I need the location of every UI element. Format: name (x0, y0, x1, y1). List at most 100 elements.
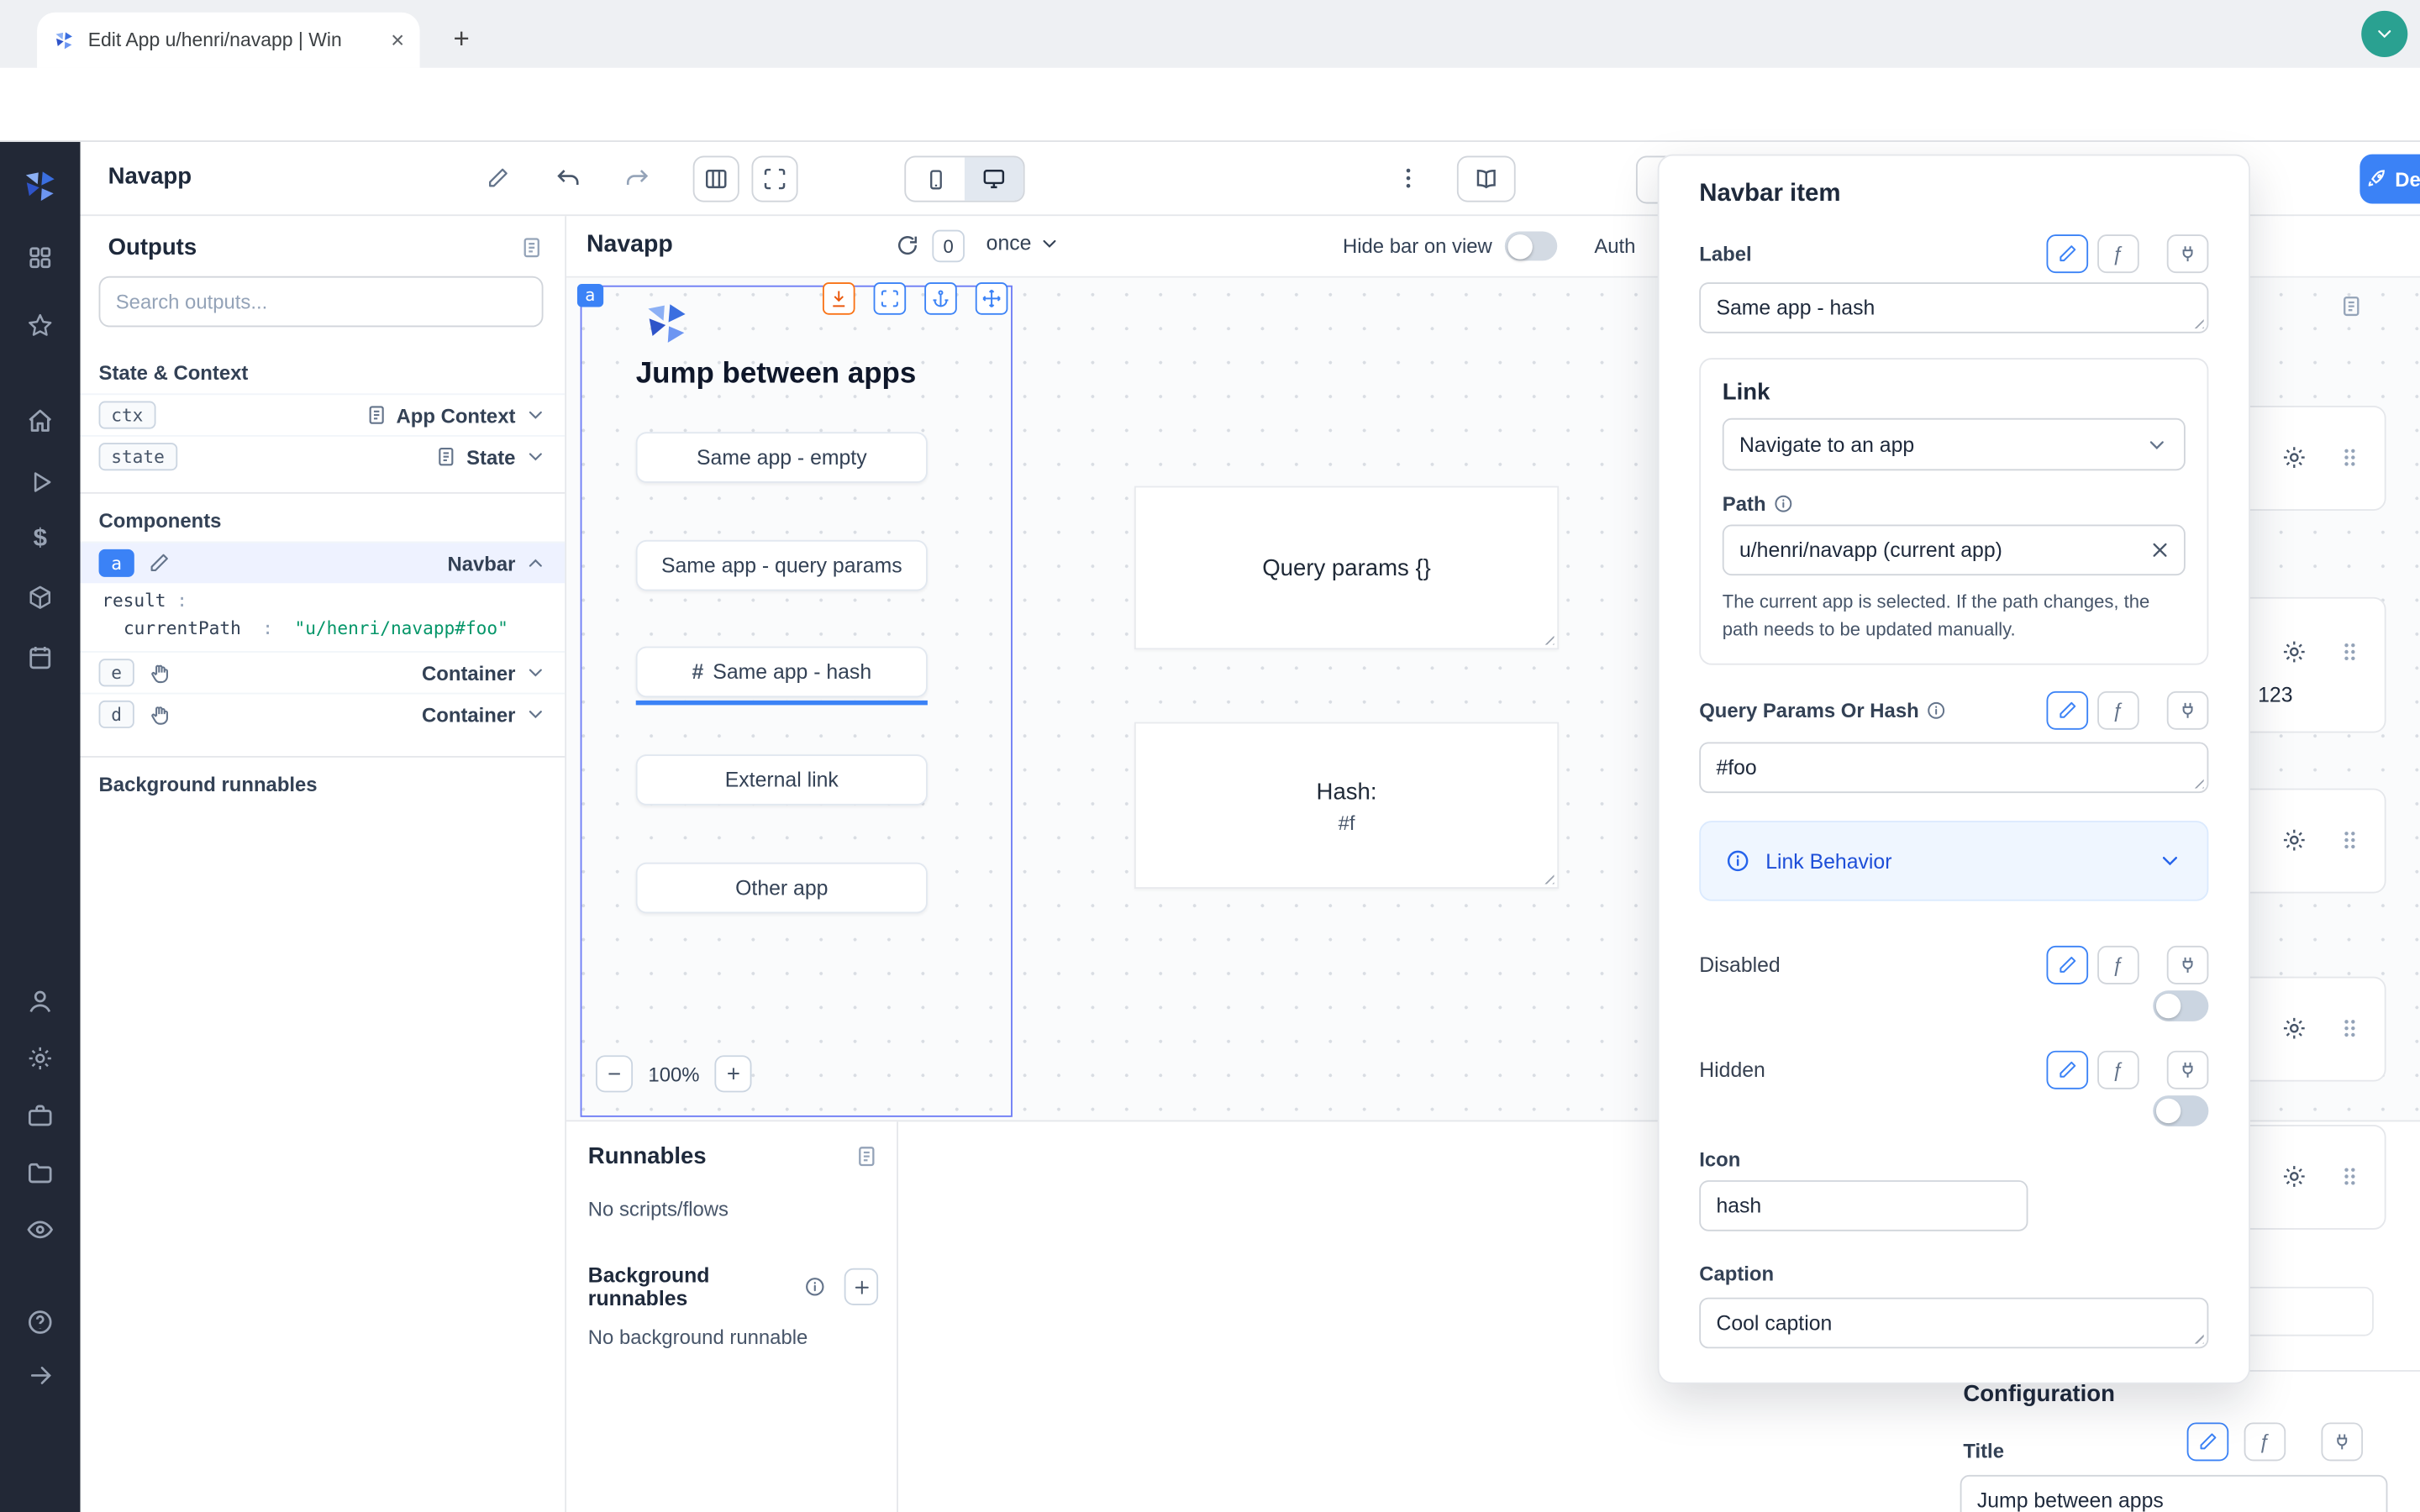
refresh-mode-dropdown[interactable]: once (986, 232, 1061, 255)
move-component-icon[interactable] (976, 282, 1008, 315)
component-row-navbar[interactable]: a Navbar (81, 542, 566, 584)
undo-icon[interactable] (555, 165, 581, 192)
desktop-view-button[interactable] (965, 157, 1023, 200)
config-title-input[interactable] (1960, 1475, 2388, 1512)
search-outputs-input[interactable] (99, 276, 544, 328)
variables-dollar-icon[interactable]: $ (34, 526, 47, 554)
nav-item-external-link[interactable]: External link (636, 754, 928, 806)
settings-gear-icon[interactable] (26, 1044, 54, 1072)
folders-icon[interactable] (26, 1158, 54, 1186)
drag-grip-icon[interactable] (2337, 444, 2363, 470)
caption-input[interactable] (1699, 1298, 2208, 1349)
ctx-chevron-down-icon[interactable] (524, 404, 546, 426)
zoom-in-button[interactable]: + (715, 1055, 752, 1092)
deploy-button[interactable]: Deploy (2360, 155, 2420, 204)
outputs-panel-icon[interactable] (520, 236, 544, 260)
ctx-row[interactable]: ctx App Context (81, 393, 566, 435)
query-plug-icon[interactable] (2167, 690, 2209, 729)
nav-item-query-params[interactable]: Same app - query params (636, 540, 928, 591)
caption-value[interactable] (1699, 1298, 2208, 1349)
query-pencil-icon[interactable] (2047, 690, 2089, 729)
rename-pencil-icon[interactable] (487, 166, 510, 190)
browser-tab[interactable]: Edit App u/henri/navapp | Win × (37, 13, 420, 68)
hash-panel[interactable]: Hash: #f (1134, 722, 1559, 889)
hidden-pencil-icon[interactable] (2047, 1050, 2089, 1089)
disabled-pencil-icon[interactable] (2047, 945, 2089, 984)
hidden-function-icon[interactable]: ƒ (2097, 1050, 2139, 1089)
config-title-value[interactable] (1960, 1475, 2388, 1512)
nav-item-hash[interactable]: # Same app - hash (636, 647, 928, 698)
hidden-toggle[interactable] (2153, 1095, 2208, 1126)
new-tab-button[interactable]: + (441, 18, 481, 59)
browser-profile-chip[interactable] (2361, 11, 2407, 57)
settings-panel-icon[interactable] (2339, 295, 2363, 318)
label-function-icon[interactable]: ƒ (2097, 234, 2139, 272)
nav-item-empty[interactable]: Same app - empty (636, 432, 928, 483)
drag-grip-icon[interactable] (2337, 1016, 2363, 1042)
component-row-container-d[interactable]: d Container (81, 693, 566, 735)
drag-grip-icon[interactable] (2337, 1163, 2363, 1189)
favorites-star-icon[interactable] (26, 312, 54, 339)
runs-play-icon[interactable] (27, 469, 53, 495)
component-row-container-e[interactable]: e Container (81, 651, 566, 693)
label-plug-icon[interactable] (2167, 234, 2209, 272)
hide-bar-toggle[interactable] (1505, 232, 1557, 261)
windmill-logo[interactable] (20, 166, 60, 207)
disabled-plug-icon[interactable] (2167, 945, 2209, 984)
icon-input[interactable] (1699, 1180, 2028, 1231)
title-pencil-icon[interactable] (2187, 1422, 2229, 1461)
anchor-component-icon[interactable] (924, 282, 957, 315)
expand-component-icon[interactable] (874, 282, 907, 315)
label-input[interactable] (1699, 282, 2208, 333)
gear-icon[interactable] (2281, 444, 2307, 470)
label-value[interactable] (1699, 282, 2208, 333)
columns-layout-button[interactable] (693, 156, 739, 202)
users-icon[interactable] (26, 988, 54, 1016)
query-info-icon[interactable] (1927, 700, 1947, 720)
gear-icon[interactable] (2281, 1163, 2307, 1189)
runnables-panel-icon[interactable] (855, 1145, 879, 1168)
drag-grip-icon[interactable] (2337, 827, 2363, 853)
fullscreen-button[interactable] (751, 156, 797, 202)
gear-icon[interactable] (2281, 638, 2307, 664)
navbar-pencil-icon[interactable] (148, 553, 170, 575)
collapse-arrow-icon[interactable] (27, 1362, 53, 1389)
audit-eye-icon[interactable] (26, 1215, 54, 1243)
nav-item-other-app[interactable]: Other app (636, 863, 928, 914)
query-input[interactable] (1699, 742, 2208, 793)
disabled-toggle[interactable] (2153, 990, 2208, 1021)
gear-icon[interactable] (2281, 1016, 2307, 1042)
title-plug-icon[interactable] (2321, 1422, 2363, 1461)
drag-grip-icon[interactable] (2337, 638, 2363, 664)
resources-cube-icon[interactable] (26, 585, 54, 612)
workers-briefcase-icon[interactable] (26, 1101, 54, 1129)
docs-book-button[interactable] (1457, 156, 1516, 202)
link-type-select[interactable]: Navigate to an app (1723, 418, 2186, 470)
add-bg-runnable-button[interactable] (844, 1268, 878, 1305)
more-options-kebab-icon[interactable] (1395, 165, 1421, 192)
query-function-icon[interactable]: ƒ (2097, 690, 2139, 729)
path-info-icon[interactable] (1774, 494, 1794, 514)
state-chevron-down-icon[interactable] (524, 446, 546, 468)
expand-down-icon[interactable] (823, 282, 855, 315)
gear-icon[interactable] (2281, 827, 2307, 853)
label-pencil-icon[interactable] (2047, 234, 2089, 272)
link-behavior-expander[interactable]: Link Behavior (1699, 821, 2208, 901)
refresh-icon[interactable] (895, 233, 919, 257)
title-function-icon[interactable]: ƒ (2244, 1422, 2286, 1461)
tab-close-icon[interactable]: × (391, 29, 404, 52)
path-value[interactable] (1723, 524, 2186, 575)
icon-value[interactable] (1699, 1180, 2028, 1231)
state-row[interactable]: state State (81, 435, 566, 477)
home-icon[interactable] (26, 407, 54, 435)
path-clear-x-icon[interactable] (2149, 538, 2172, 562)
query-params-panel[interactable]: Query params {} (1134, 486, 1559, 650)
redo-icon[interactable] (623, 165, 650, 192)
disabled-function-icon[interactable]: ƒ (2097, 945, 2139, 984)
container-e-chevron-down-icon[interactable] (524, 662, 546, 684)
search-input[interactable] (116, 290, 527, 313)
hidden-plug-icon[interactable] (2167, 1050, 2209, 1089)
help-icon[interactable] (26, 1309, 54, 1336)
container-d-chevron-down-icon[interactable] (524, 704, 546, 726)
mobile-view-button[interactable] (906, 157, 965, 200)
